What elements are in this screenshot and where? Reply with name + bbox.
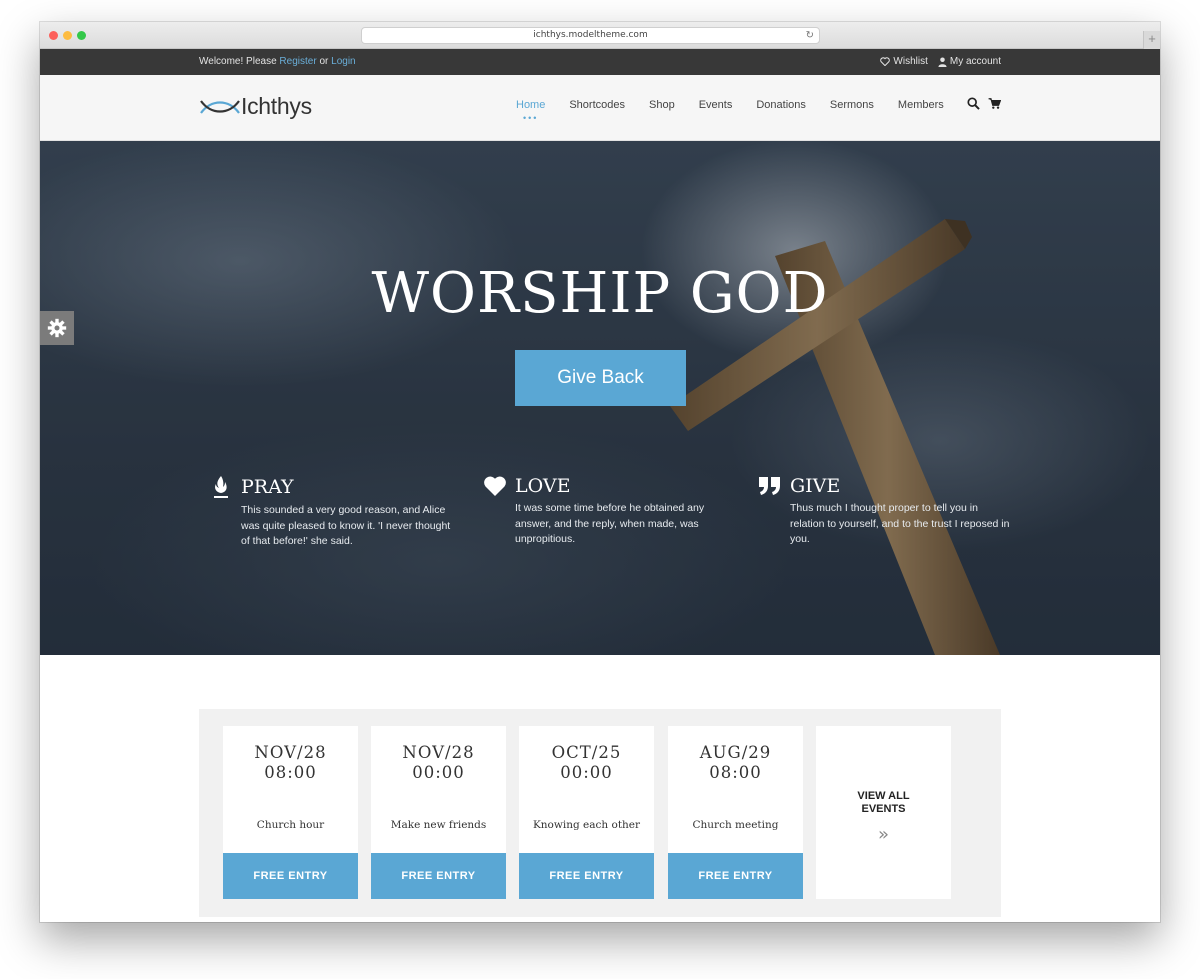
close-window-button[interactable] — [49, 31, 58, 40]
welcome-text: Welcome! Please Register or Login — [199, 56, 356, 67]
double-chevron-right-icon: » — [877, 824, 889, 845]
heart-icon — [483, 475, 507, 497]
top-bar: Welcome! Please Register or Login Wishli… — [40, 49, 1160, 75]
welcome-prefix: Welcome! Please — [199, 56, 277, 67]
feature-title-give: GIVE — [790, 475, 841, 497]
event-time: 00:00 — [412, 763, 465, 782]
address-bar[interactable]: ichthys.modeltheme.com ↻ — [361, 27, 820, 44]
events-section: NOV/28 08:00 Church hour FREE ENTRY NOV/2… — [199, 709, 1001, 917]
event-day: NOV/28 — [254, 743, 327, 762]
nav-item-shortcodes[interactable]: Shortcodes — [569, 99, 625, 111]
event-day: NOV/28 — [402, 743, 475, 762]
view-all-events-card[interactable]: VIEW ALL EVENTS » — [816, 726, 951, 899]
wishlist-label: Wishlist — [893, 56, 928, 67]
nav-item-sermons[interactable]: Sermons — [830, 99, 874, 111]
user-icon — [938, 57, 947, 67]
feature-title-love: LOVE — [515, 475, 571, 497]
feature-text-love: It was some time before he obtained any … — [515, 502, 705, 545]
logo-text: Ichthys — [241, 93, 312, 119]
minimize-window-button[interactable] — [63, 31, 72, 40]
account-link[interactable]: My account — [938, 56, 1001, 67]
event-date: NOV/28 00:00 — [371, 743, 506, 783]
free-entry-button[interactable]: FREE ENTRY — [668, 853, 803, 899]
nav-item-events[interactable]: Events — [699, 99, 733, 111]
new-tab-icon[interactable]: + — [1143, 31, 1160, 49]
or-text: or — [319, 56, 329, 67]
gear-icon — [47, 318, 67, 338]
event-time: 00:00 — [560, 763, 613, 782]
event-card[interactable]: NOV/28 00:00 Make new friends FREE ENTRY — [371, 726, 506, 899]
event-date: OCT/25 00:00 — [519, 743, 654, 783]
event-time: 08:00 — [264, 763, 317, 782]
event-name: Make new friends — [390, 819, 487, 831]
free-entry-button[interactable]: FREE ENTRY — [371, 853, 506, 899]
address-text: ichthys.modeltheme.com — [533, 30, 648, 40]
active-indicator: ••• — [522, 113, 539, 123]
zoom-window-button[interactable] — [77, 31, 86, 40]
settings-toggle[interactable] — [40, 311, 74, 345]
heart-outline-icon — [880, 57, 891, 66]
event-name: Church hour — [256, 819, 325, 831]
event-card[interactable]: OCT/25 00:00 Knowing each other FREE ENTR… — [519, 726, 654, 899]
feature-title-pray: PRAY — [241, 476, 294, 498]
browser-titlebar: ichthys.modeltheme.com ↻ + — [40, 22, 1160, 49]
reload-icon[interactable]: ↻ — [806, 28, 814, 43]
feature-text-pray: This sounded a very good reason, and Ali… — [241, 504, 451, 547]
cart-icon[interactable] — [988, 97, 1001, 110]
search-icon[interactable] — [967, 97, 980, 110]
event-name: Church meeting — [692, 819, 779, 831]
hero-title: WORSHIP GOD — [371, 261, 829, 326]
feature-text-give: Thus much I thought proper to tell you i… — [790, 502, 1010, 545]
feature-pray: PRAY This sounded a very good reason, an… — [214, 475, 461, 550]
nav-item-home[interactable]: Home ••• — [516, 99, 546, 123]
view-all-events-label: VIEW ALL EVENTS — [857, 790, 910, 815]
free-entry-button[interactable]: FREE ENTRY — [223, 853, 358, 899]
event-card[interactable]: NOV/28 08:00 Church hour FREE ENTRY — [223, 726, 358, 899]
event-name: Knowing each other — [532, 819, 641, 831]
browser-window: ichthys.modeltheme.com ↻ + Welcome! Plea… — [40, 22, 1160, 922]
free-entry-button[interactable]: FREE ENTRY — [519, 853, 654, 899]
quote-icon — [758, 476, 782, 496]
nav-label-home: Home — [516, 99, 546, 111]
give-back-button[interactable]: Give Back — [515, 350, 686, 406]
event-day: AUG/29 — [699, 743, 772, 762]
event-date: AUG/29 08:00 — [668, 743, 803, 783]
site-header: Ichthys Home ••• Shortcodes Shop Events D… — [40, 75, 1160, 141]
site-logo[interactable]: Ichthys — [199, 93, 312, 120]
login-link[interactable]: Login — [331, 56, 355, 67]
hero-section: WORSHIP GOD Give Back PRAY This sounded … — [40, 141, 1160, 655]
nav-item-members[interactable]: Members — [898, 99, 944, 111]
nav-item-donations[interactable]: Donations — [756, 99, 806, 111]
nav-item-shop[interactable]: Shop — [649, 99, 675, 111]
event-card[interactable]: AUG/29 08:00 Church meeting FREE ENTRY — [668, 726, 803, 899]
fish-logo-icon — [200, 99, 240, 114]
register-link[interactable]: Register — [279, 56, 316, 67]
main-nav: Home ••• Shortcodes Shop Events Donations… — [516, 99, 968, 123]
feature-give: GIVE Thus much I thought proper to tell … — [759, 475, 1010, 548]
event-date: NOV/28 08:00 — [223, 743, 358, 783]
flame-icon — [209, 475, 233, 499]
wishlist-link[interactable]: Wishlist — [880, 56, 928, 67]
event-time: 08:00 — [709, 763, 762, 782]
account-label: My account — [949, 56, 1001, 67]
event-day: OCT/25 — [551, 743, 622, 762]
feature-love: LOVE It was some time before he obtained… — [484, 475, 735, 548]
